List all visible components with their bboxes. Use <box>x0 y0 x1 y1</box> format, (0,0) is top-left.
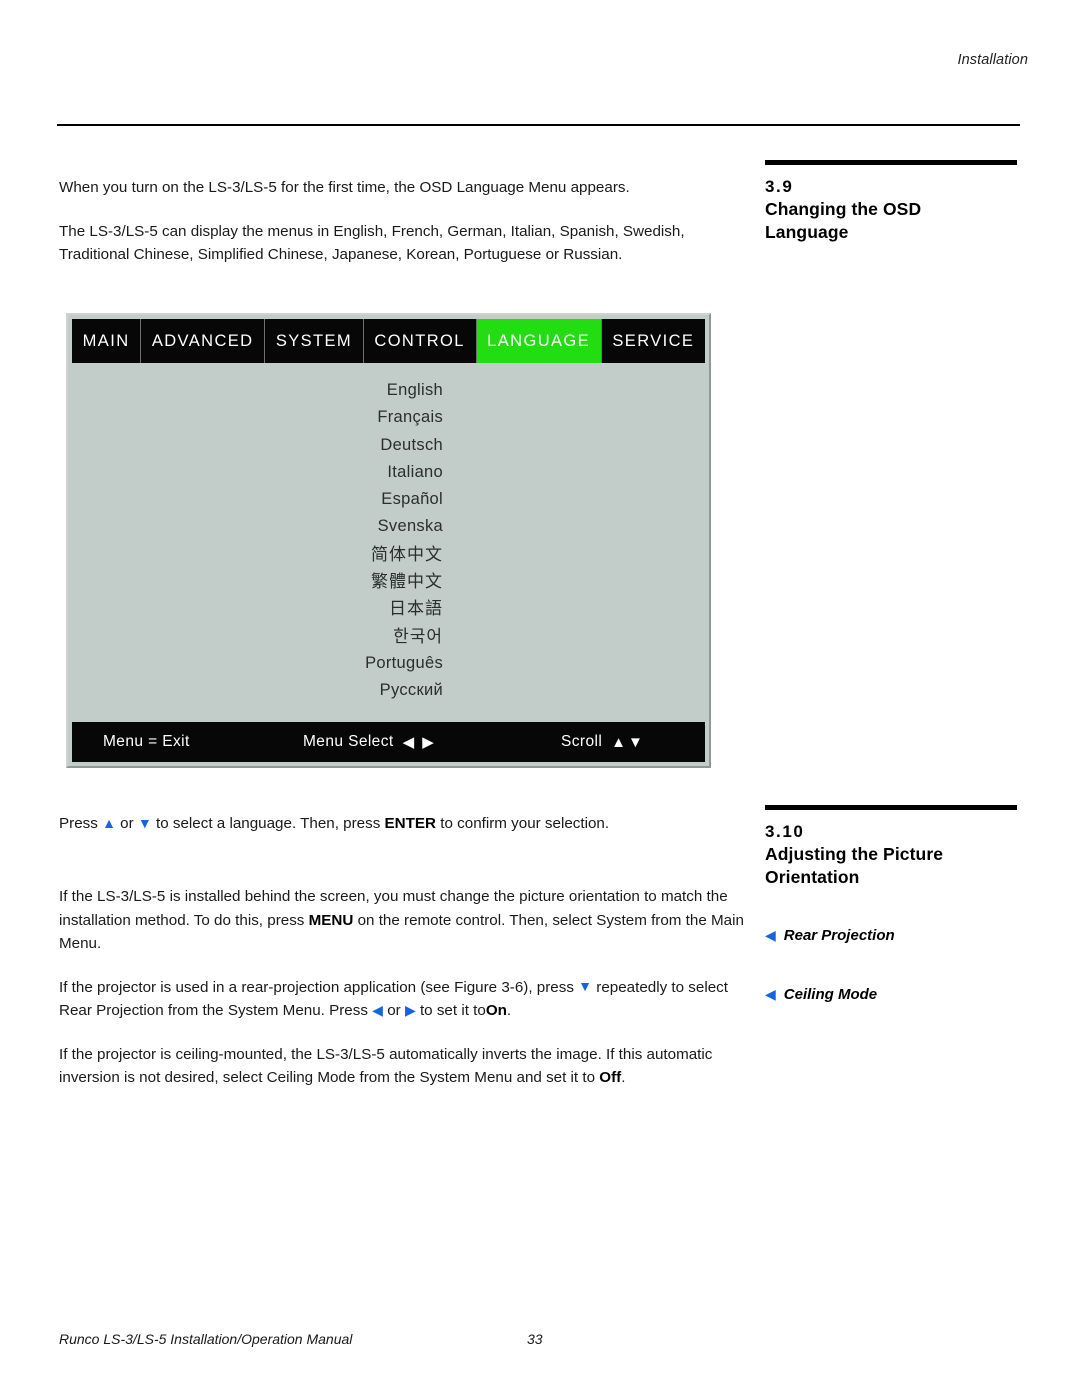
osd-tab-system[interactable]: SYSTEM <box>265 319 364 363</box>
osd-tab-service[interactable]: SERVICE <box>601 319 705 363</box>
osd-tab-control[interactable]: CONTROL <box>363 319 477 363</box>
sidebar-column: 3.9 Changing the OSD Language 3.10 Adjus… <box>765 160 1023 1003</box>
up-arrow-icon <box>102 816 116 830</box>
section-rule <box>765 805 1017 810</box>
header-divider-rule <box>57 124 1020 126</box>
rear-projection-period: . <box>506 1002 512 1019</box>
osd-language-item-francais[interactable]: Français <box>68 404 709 431</box>
margin-note-rear-projection-label: Rear Projection <box>783 927 895 944</box>
osd-language-item-korean[interactable]: 한국어 <box>68 623 709 650</box>
left-triangle-icon: ◀ <box>765 927 776 943</box>
left-arrow-icon <box>372 1003 383 1017</box>
osd-footer-bar: Menu = Exit Menu Select ◀ ▶ Scroll ▲▼ <box>72 722 705 762</box>
on-value-label: On <box>485 1002 507 1019</box>
footer-manual-title: Runco LS-3/LS-5 Installation/Operation M… <box>59 1331 353 1347</box>
right-arrow-icon <box>405 1003 416 1017</box>
osd-tab-main[interactable]: MAIN <box>72 319 142 363</box>
osd-footer-select-label: Menu Select <box>303 733 394 750</box>
margin-note-ceiling-mode: ◀ Ceiling Mode <box>765 986 1023 1003</box>
press-instruction-paragraph: Press or to select a language. Then, pre… <box>59 812 745 836</box>
osd-footer-select-hint: Menu Select ◀ ▶ <box>303 733 436 751</box>
languages-paragraph: The LS-3/LS-5 can display the menus in E… <box>59 222 685 264</box>
osd-language-item-traditional-chinese[interactable]: 繁體中文 <box>68 568 709 595</box>
press-instruction-part3: to confirm your selection. <box>440 815 610 832</box>
osd-tab-advanced[interactable]: ADVANCED <box>141 319 266 363</box>
osd-language-menu-screenshot: MAIN ADVANCED SYSTEM CONTROL LANGUAGE SE… <box>66 313 711 768</box>
menu-key-label: MENU <box>308 911 354 929</box>
section-block-3-10: 3.10 Adjusting the Picture Orientation <box>765 805 1023 889</box>
margin-note-rear-projection: ◀ Rear Projection <box>765 927 1023 944</box>
ceiling-period: . <box>621 1069 626 1086</box>
osd-language-item-deutsch[interactable]: Deutsch <box>68 432 709 459</box>
section-title-3-9-line2: Language <box>765 222 849 242</box>
section-number-3-9: 3.9 <box>765 177 794 196</box>
rear-projection-paragraph: If the projector is used in a rear-proje… <box>59 976 745 1023</box>
osd-footer-exit-hint: Menu = Exit <box>103 733 190 750</box>
down-arrow-icon <box>138 816 152 830</box>
osd-footer-scroll-label: Scroll <box>561 733 603 750</box>
orientation-paragraph: If the LS-3/LS-5 is installed behind the… <box>59 885 745 956</box>
osd-footer-scroll-hint: Scroll ▲▼ <box>561 733 645 751</box>
section-title-3-9-line1: Changing the OSD <box>765 199 922 219</box>
off-value-label: Off <box>599 1069 622 1086</box>
press-instruction-part2: to select a language. Then, press <box>156 815 381 832</box>
running-header: Installation <box>957 52 1028 68</box>
rear-projection-part3: to set it to <box>419 1002 486 1019</box>
left-right-arrow-icon: ◀ ▶ <box>402 733 436 751</box>
enter-key-label: ENTER <box>384 815 437 832</box>
orientation-body-column: If the LS-3/LS-5 is installed behind the… <box>59 885 745 1090</box>
osd-tab-language[interactable]: LANGUAGE <box>476 319 602 363</box>
down-arrow-icon <box>578 979 592 993</box>
ceiling-mode-paragraph: If the projector is ceiling-mounted, the… <box>59 1043 745 1090</box>
press-instruction-or: or <box>120 815 134 832</box>
section-block-3-9: 3.9 Changing the OSD Language <box>765 160 1023 244</box>
section-number-3-10: 3.10 <box>765 822 805 841</box>
intro-paragraph: When you turn on the LS-3/LS-5 for the f… <box>59 179 630 196</box>
osd-language-item-espanol[interactable]: Español <box>68 486 709 513</box>
osd-language-item-english[interactable]: English <box>68 377 709 404</box>
rear-projection-part1: If the projector is used in a rear-proje… <box>59 978 574 996</box>
footer-page-number: 33 <box>527 1331 543 1347</box>
post-figure-body-column: Press or to select a language. Then, pre… <box>59 812 745 856</box>
osd-language-item-simplified-chinese[interactable]: 简体中文 <box>68 541 709 568</box>
rear-projection-or: or <box>387 1002 401 1019</box>
osd-language-list: English Français Deutsch Italiano Españo… <box>68 363 709 722</box>
section-title-3-10-line1: Adjusting the Picture <box>765 844 944 864</box>
osd-language-item-svenska[interactable]: Svenska <box>68 513 709 540</box>
up-down-arrow-icon: ▲▼ <box>611 733 645 751</box>
osd-tab-bar: MAIN ADVANCED SYSTEM CONTROL LANGUAGE SE… <box>72 319 705 363</box>
osd-language-item-italiano[interactable]: Italiano <box>68 459 709 486</box>
section-rule <box>765 160 1017 165</box>
main-body-column: When you turn on the LS-3/LS-5 for the f… <box>59 176 745 287</box>
osd-language-item-russian[interactable]: Русский <box>68 677 709 704</box>
section-title-3-10-line2: Orientation <box>765 867 860 887</box>
margin-note-ceiling-mode-label: Ceiling Mode <box>783 986 878 1003</box>
left-triangle-icon: ◀ <box>765 986 776 1002</box>
press-instruction-part1: Press <box>59 815 98 832</box>
osd-language-item-japanese[interactable]: 日本語 <box>68 595 709 622</box>
osd-language-item-portugues[interactable]: Português <box>68 650 709 677</box>
